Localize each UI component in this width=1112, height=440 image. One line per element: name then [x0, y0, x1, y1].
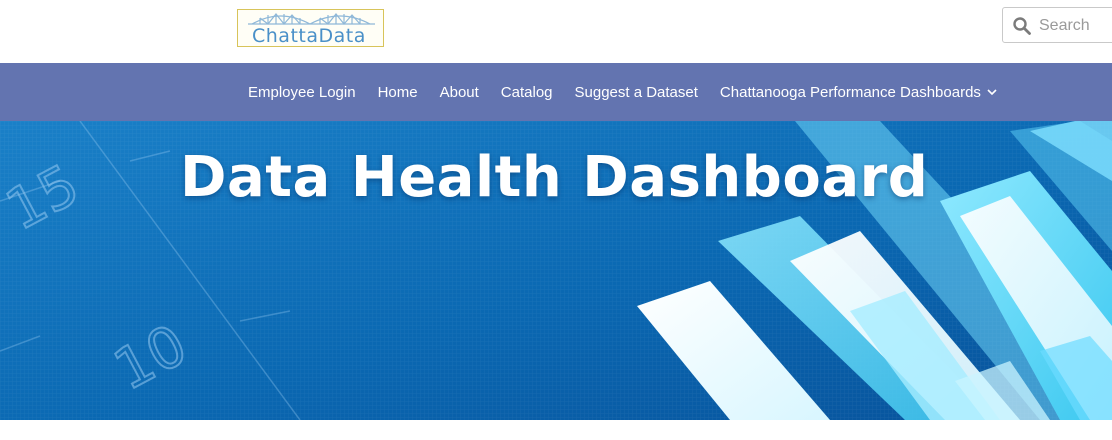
nav-about[interactable]: About — [440, 84, 479, 101]
top-header: ChattaData — [0, 0, 1112, 63]
logo-text: ChattaData — [252, 25, 366, 47]
search-icon — [1013, 17, 1031, 35]
main-navigation: Employee Login Home About Catalog Sugges… — [0, 63, 1112, 121]
nav-performance-dashboards[interactable]: Chattanooga Performance Dashboards — [720, 84, 997, 101]
search-box[interactable] — [1002, 7, 1112, 43]
chattadata-logo[interactable]: ChattaData — [237, 9, 384, 47]
page-body-start — [0, 420, 1112, 440]
hero-banner: 15 10 Data Health Dashboard — [0, 121, 1112, 420]
nav-catalog[interactable]: Catalog — [501, 84, 553, 101]
nav-performance-dashboards-label: Chattanooga Performance Dashboards — [719, 83, 981, 101]
search-input[interactable] — [1037, 14, 1112, 38]
chevron-down-icon — [987, 89, 997, 96]
page-title: Data Health Dashboard — [180, 145, 929, 210]
nav-employee-login[interactable]: Employee Login — [248, 84, 356, 101]
nav-suggest-dataset[interactable]: Suggest a Dataset — [575, 84, 698, 101]
nav-home[interactable]: Home — [378, 84, 418, 101]
